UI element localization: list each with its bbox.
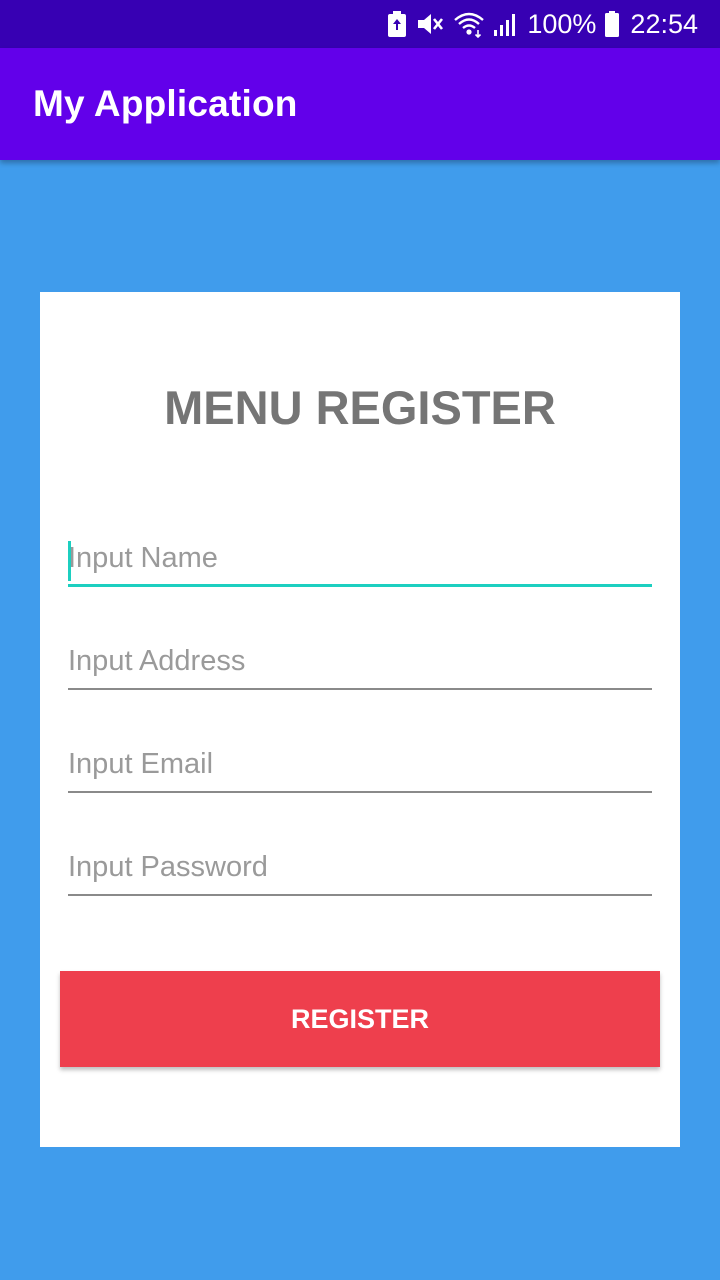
register-button[interactable]: REGISTER [60, 971, 660, 1067]
mute-icon [415, 0, 445, 48]
app-bar: My Application [0, 48, 720, 160]
signal-icon [493, 0, 519, 48]
address-field-container [68, 638, 652, 690]
wifi-icon [453, 0, 485, 48]
app-title: My Application [33, 83, 298, 124]
status-clock: 22:54 [630, 8, 698, 39]
password-input[interactable] [68, 844, 652, 890]
status-bar: 100% 22:54 [0, 0, 720, 48]
email-input[interactable] [68, 741, 652, 787]
battery-icon [604, 0, 620, 48]
address-input[interactable] [68, 638, 652, 684]
battery-saver-icon [387, 0, 407, 48]
password-field-container [68, 844, 652, 896]
email-field-container [68, 741, 652, 793]
battery-percentage: 100% [527, 8, 597, 39]
form-title: MENU REGISTER [164, 381, 556, 434]
name-field-container [68, 535, 652, 587]
text-cursor [68, 541, 71, 581]
name-input[interactable] [68, 535, 652, 581]
